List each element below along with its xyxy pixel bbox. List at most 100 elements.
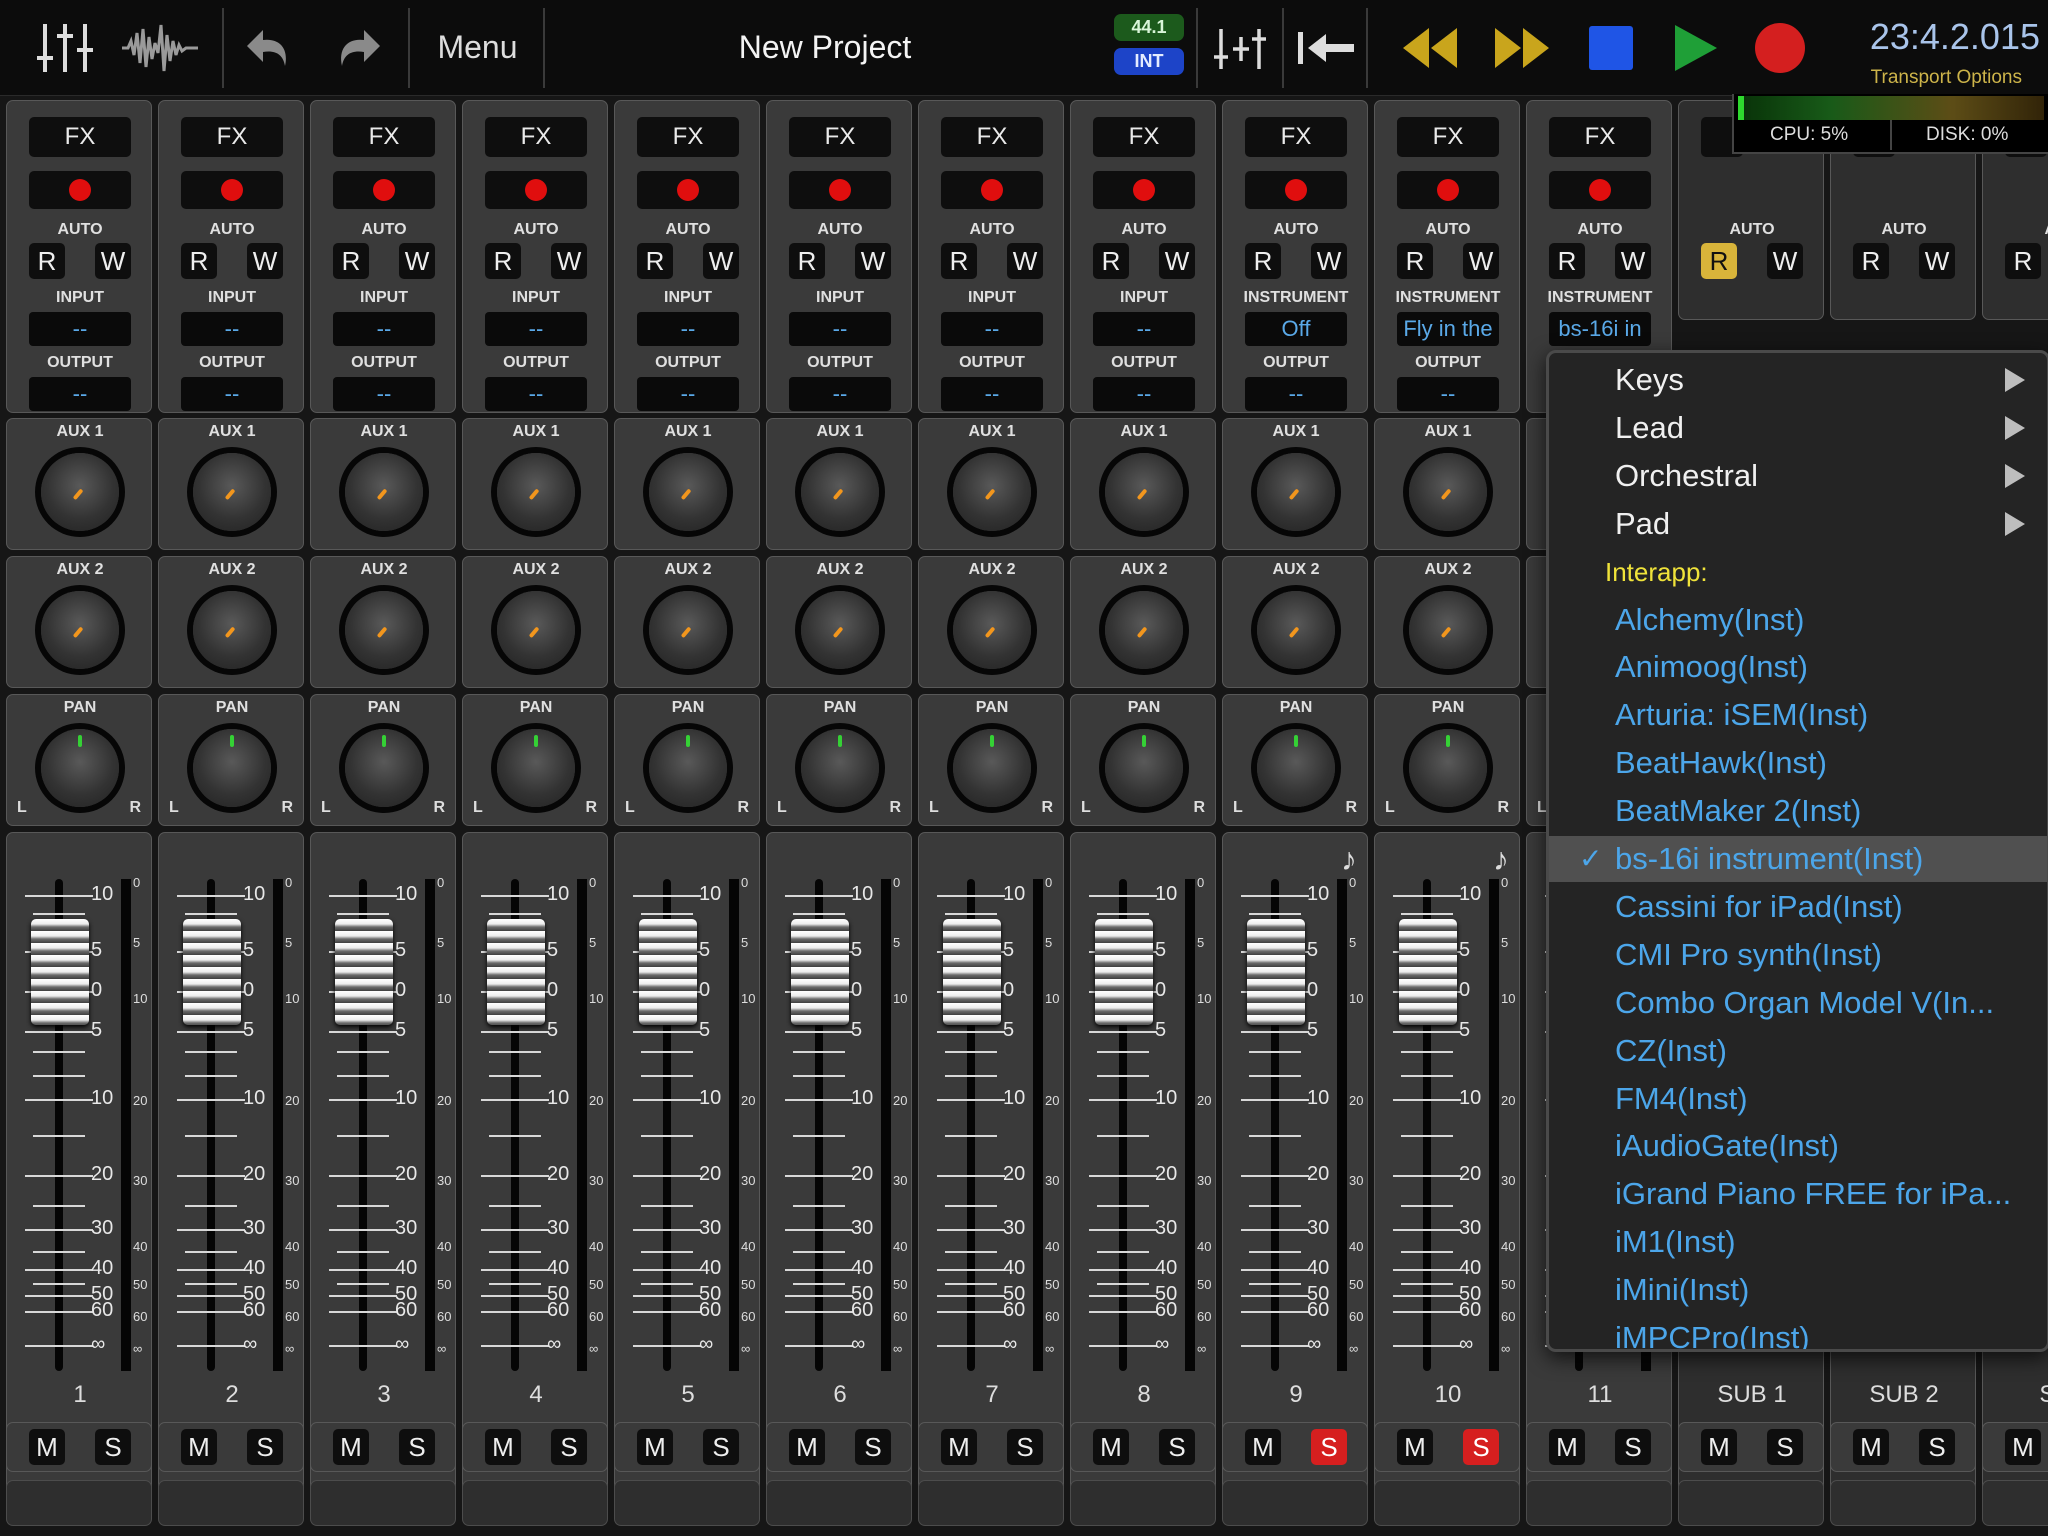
mute-button[interactable]: M — [181, 1429, 217, 1465]
aux-1-knob[interactable] — [1105, 453, 1183, 531]
automation-write-button[interactable]: W — [703, 243, 739, 279]
fader-cap[interactable] — [639, 919, 697, 1025]
menu-category-item[interactable]: Orchestral — [1549, 453, 2047, 499]
automation-read-button[interactable]: R — [789, 243, 825, 279]
automation-write-button[interactable]: W — [1767, 243, 1803, 279]
automation-write-button[interactable]: W — [399, 243, 435, 279]
fx-button[interactable]: FX — [789, 117, 891, 157]
strip-bottom-slot[interactable] — [6, 1480, 152, 1526]
automation-read-button[interactable]: R — [637, 243, 673, 279]
automation-read-button[interactable]: R — [1245, 243, 1281, 279]
aux-2-knob[interactable] — [41, 591, 119, 669]
fx-button[interactable]: FX — [333, 117, 435, 157]
input-selector[interactable]: -- — [637, 312, 739, 346]
output-selector[interactable]: -- — [789, 377, 891, 411]
menu-instrument-item[interactable]: iAudioGate(Inst) — [1549, 1123, 2047, 1169]
mute-button[interactable]: M — [2005, 1429, 2041, 1465]
record-arm-button[interactable] — [637, 171, 739, 209]
mute-button[interactable]: M — [29, 1429, 65, 1465]
fader-cap[interactable] — [487, 919, 545, 1025]
menu-category-item[interactable]: Pad — [1549, 501, 2047, 547]
menu-instrument-item[interactable]: Animoog(Inst) — [1549, 644, 2047, 690]
record-arm-button[interactable] — [1549, 171, 1651, 209]
strip-bottom-slot[interactable] — [462, 1480, 608, 1526]
input-selector[interactable]: -- — [181, 312, 283, 346]
undo-icon[interactable] — [238, 0, 302, 95]
aux-1-knob[interactable] — [41, 453, 119, 531]
menu-instrument-item[interactable]: iGrand Piano FREE for iPa... — [1549, 1171, 2047, 1217]
mute-button[interactable]: M — [1549, 1429, 1585, 1465]
automation-read-button[interactable]: R — [1397, 243, 1433, 279]
menu-category-item[interactable]: Keys — [1549, 357, 2047, 403]
play-icon[interactable] — [1670, 0, 1722, 95]
mute-button[interactable]: M — [1093, 1429, 1129, 1465]
automation-read-button[interactable]: R — [1093, 243, 1129, 279]
strip-bottom-slot[interactable] — [1374, 1480, 1520, 1526]
pan-knob[interactable] — [193, 729, 271, 807]
output-selector[interactable]: -- — [1245, 377, 1347, 411]
solo-button[interactable]: S — [399, 1429, 435, 1465]
input-selector[interactable]: Fly in the — [1397, 312, 1499, 346]
input-selector[interactable]: -- — [333, 312, 435, 346]
strip-bottom-slot[interactable] — [918, 1480, 1064, 1526]
input-selector[interactable]: -- — [29, 312, 131, 346]
redo-icon[interactable] — [325, 0, 389, 95]
strip-bottom-slot[interactable] — [1678, 1480, 1824, 1526]
volume-fader[interactable]: 10505102030405060∞05102030405060∞ — [7, 833, 153, 1393]
menu-instrument-item[interactable]: Cassini for iPad(Inst) — [1549, 884, 2047, 930]
aux-2-knob[interactable] — [953, 591, 1031, 669]
aux-1-knob[interactable] — [345, 453, 423, 531]
aux-2-knob[interactable] — [1257, 591, 1335, 669]
fx-button[interactable]: FX — [1397, 117, 1499, 157]
fx-button[interactable]: FX — [637, 117, 739, 157]
aux-1-knob[interactable] — [193, 453, 271, 531]
fx-button[interactable]: FX — [1245, 117, 1347, 157]
time-display[interactable]: 23:4.2.015 — [1840, 16, 2040, 58]
aux-1-knob[interactable] — [497, 453, 575, 531]
output-selector[interactable]: -- — [1093, 377, 1195, 411]
fader-cap[interactable] — [1399, 919, 1457, 1025]
record-arm-button[interactable] — [485, 171, 587, 209]
fx-button[interactable]: FX — [485, 117, 587, 157]
mute-button[interactable]: M — [1701, 1429, 1737, 1465]
aux-2-knob[interactable] — [649, 591, 727, 669]
record-icon[interactable] — [1752, 0, 1808, 95]
solo-button[interactable]: S — [551, 1429, 587, 1465]
fx-button[interactable]: FX — [181, 117, 283, 157]
automation-read-button[interactable]: R — [333, 243, 369, 279]
aux-2-knob[interactable] — [497, 591, 575, 669]
input-selector[interactable]: -- — [789, 312, 891, 346]
fx-button[interactable]: FX — [29, 117, 131, 157]
output-selector[interactable]: -- — [181, 377, 283, 411]
solo-button[interactable]: S — [1159, 1429, 1195, 1465]
input-selector[interactable]: -- — [1093, 312, 1195, 346]
pan-knob[interactable] — [497, 729, 575, 807]
output-selector[interactable]: -- — [485, 377, 587, 411]
automation-read-button[interactable]: R — [29, 243, 65, 279]
aux-2-knob[interactable] — [193, 591, 271, 669]
aux-1-knob[interactable] — [953, 453, 1031, 531]
automation-write-button[interactable]: W — [1311, 243, 1347, 279]
strip-bottom-slot[interactable] — [1070, 1480, 1216, 1526]
strip-bottom-slot[interactable] — [158, 1480, 304, 1526]
volume-fader[interactable]: 10 5 0 5 10 20 30 40 50 60 ∞ 0 5 10 20 30 40 50 60 ∞ ♪ — [1223, 833, 1369, 1393]
pan-knob[interactable] — [649, 729, 727, 807]
automation-write-button[interactable]: W — [95, 243, 131, 279]
mute-button[interactable]: M — [1853, 1429, 1889, 1465]
input-selector[interactable]: -- — [941, 312, 1043, 346]
strip-bottom-slot[interactable] — [614, 1480, 760, 1526]
record-arm-button[interactable] — [1245, 171, 1347, 209]
solo-button[interactable]: S — [1615, 1429, 1651, 1465]
mute-button[interactable]: M — [1245, 1429, 1281, 1465]
rewind-icon[interactable] — [1398, 0, 1462, 95]
automation-write-button[interactable]: W — [247, 243, 283, 279]
solo-button[interactable]: S — [855, 1429, 891, 1465]
input-selector[interactable]: bs-16i in — [1549, 312, 1651, 346]
pan-knob[interactable] — [41, 729, 119, 807]
add-track-icon[interactable] — [1208, 0, 1272, 95]
fader-cap[interactable] — [335, 919, 393, 1025]
record-arm-button[interactable] — [29, 171, 131, 209]
record-arm-button[interactable] — [1397, 171, 1499, 209]
solo-button[interactable]: S — [1919, 1429, 1955, 1465]
automation-write-button[interactable]: W — [855, 243, 891, 279]
